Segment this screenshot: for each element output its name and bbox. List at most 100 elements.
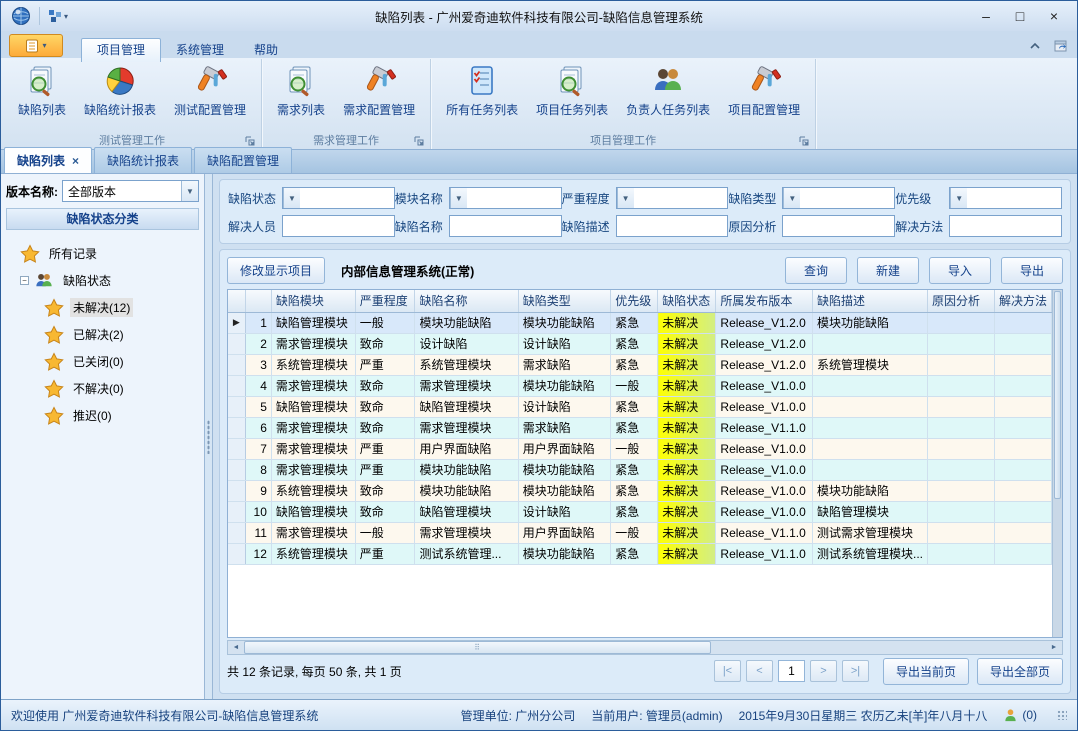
doc-tab-缺陷列表[interactable]: 缺陷列表×	[4, 147, 92, 173]
cell[interactable]	[994, 501, 1051, 522]
cell[interactable]: 需求管理模块	[271, 417, 355, 438]
cell[interactable]: 测试系统管理模块...	[813, 543, 928, 564]
tree-item-已关闭(0)[interactable]: 已关闭(0)	[6, 348, 199, 375]
cell[interactable]	[813, 417, 928, 438]
table-row[interactable]: 7需求管理模块严重用户界面缺陷用户界面缺陷一般未解决Release_V1.0.0	[228, 438, 1052, 459]
cell[interactable]: 模块功能缺陷	[518, 480, 610, 501]
cell[interactable]: 12	[245, 543, 271, 564]
tree-item-缺陷状态[interactable]: −缺陷状态	[6, 267, 199, 294]
chevron-down-icon[interactable]: ▼	[783, 188, 800, 208]
cell[interactable]: 需求管理模块	[271, 438, 355, 459]
row-indicator[interactable]	[228, 543, 245, 564]
action-button-导入[interactable]: 导入	[929, 257, 991, 284]
cell[interactable]: 设计缺陷	[518, 501, 610, 522]
cell[interactable]: 紧急	[611, 396, 658, 417]
table-row[interactable]: 12系统管理模块严重测试系统管理...模块功能缺陷紧急未解决Release_V1…	[228, 543, 1052, 564]
cell[interactable]: 4	[245, 375, 271, 396]
column-header-所属发布版本[interactable]: 所属发布版本	[716, 290, 813, 312]
table-row[interactable]: 10缺陷管理模块致命缺陷管理模块设计缺陷紧急未解决Release_V1.0.0缺…	[228, 501, 1052, 522]
cell[interactable]: 模块功能缺陷	[518, 375, 610, 396]
cell[interactable]	[994, 333, 1051, 354]
tree-item-所有记录[interactable]: 所有记录	[6, 240, 199, 267]
cell[interactable]: Release_V1.1.0	[716, 522, 813, 543]
cell[interactable]: Release_V1.2.0	[716, 354, 813, 375]
row-indicator[interactable]	[228, 522, 245, 543]
filter-input[interactable]	[617, 216, 728, 236]
column-header-blank[interactable]	[245, 290, 271, 312]
tree-item-已解决(2)[interactable]: 已解决(2)	[6, 321, 199, 348]
next-page-button[interactable]: >	[810, 660, 837, 682]
tree-expander-icon[interactable]: −	[20, 276, 29, 285]
cell[interactable]	[994, 522, 1051, 543]
cell[interactable]: 未解决	[658, 543, 716, 564]
dialog-launcher-icon[interactable]	[414, 136, 424, 146]
last-page-button[interactable]: >|	[842, 660, 869, 682]
ribbon-button-所有任务列表[interactable]: 所有任务列表	[437, 61, 527, 119]
cell[interactable]: 需求管理模块	[415, 375, 518, 396]
action-button-导出[interactable]: 导出	[1001, 257, 1063, 284]
table-row[interactable]: ▶1缺陷管理模块一般模块功能缺陷模块功能缺陷紧急未解决Release_V1.2.…	[228, 312, 1052, 333]
cell[interactable]: 需求管理模块	[271, 459, 355, 480]
cell[interactable]	[928, 396, 995, 417]
cell[interactable]: 测试系统管理...	[415, 543, 518, 564]
cell[interactable]: 未解决	[658, 396, 716, 417]
cell[interactable]: 未解决	[658, 333, 716, 354]
column-header-缺陷描述[interactable]: 缺陷描述	[813, 290, 928, 312]
cell[interactable]: 紧急	[611, 333, 658, 354]
filter-combo-缺陷状态[interactable]: ▼	[282, 187, 395, 209]
filter-input-解决方法[interactable]	[949, 215, 1062, 237]
cell[interactable]: 5	[245, 396, 271, 417]
column-header-解决方法[interactable]: 解决方法	[994, 290, 1051, 312]
cell[interactable]: Release_V1.2.0	[716, 312, 813, 333]
cell[interactable]: 严重	[355, 459, 415, 480]
cell[interactable]: 紧急	[611, 312, 658, 333]
ribbon-tab-帮助[interactable]: 帮助	[239, 39, 293, 62]
export-button-导出当前页[interactable]: 导出当前页	[883, 658, 969, 685]
cell[interactable]: 紧急	[611, 459, 658, 480]
cell[interactable]: 一般	[611, 438, 658, 459]
scrollbar-thumb[interactable]	[1054, 291, 1061, 499]
ribbon-button-需求列表[interactable]: 需求列表	[268, 61, 334, 119]
cell[interactable]: 缺陷管理模块	[415, 501, 518, 522]
cell[interactable]: 9	[245, 480, 271, 501]
scrollbar-thumb[interactable]: ⠿	[244, 641, 711, 654]
prev-page-button[interactable]: <	[746, 660, 773, 682]
filter-combo-严重程度[interactable]: ▼	[616, 187, 729, 209]
row-indicator[interactable]	[228, 375, 245, 396]
cell[interactable]	[994, 438, 1051, 459]
dialog-launcher-icon[interactable]	[245, 136, 255, 146]
cell[interactable]: 致命	[355, 396, 415, 417]
cell[interactable]: 一般	[355, 522, 415, 543]
table-row[interactable]: 9系统管理模块致命模块功能缺陷模块功能缺陷紧急未解决Release_V1.0.0…	[228, 480, 1052, 501]
table-row[interactable]: 3系统管理模块严重系统管理模块需求缺陷紧急未解决Release_V1.2.0系统…	[228, 354, 1052, 375]
cell[interactable]: 用户界面缺陷	[518, 438, 610, 459]
cell[interactable]	[994, 396, 1051, 417]
ribbon-button-缺陷列表[interactable]: 缺陷列表	[9, 61, 75, 119]
cell[interactable]: 未解决	[658, 459, 716, 480]
cell[interactable]	[928, 312, 995, 333]
cell[interactable]: 未解决	[658, 501, 716, 522]
cell[interactable]: Release_V1.1.0	[716, 417, 813, 438]
cell[interactable]: 模块功能缺陷	[415, 480, 518, 501]
row-indicator[interactable]	[228, 354, 245, 375]
column-header-原因分析[interactable]: 原因分析	[928, 290, 995, 312]
cell[interactable]	[813, 396, 928, 417]
cell[interactable]: 紧急	[611, 501, 658, 522]
version-select[interactable]: 全部版本 ▼	[62, 180, 199, 202]
column-header-缺陷类型[interactable]: 缺陷类型	[518, 290, 610, 312]
cell[interactable]: 模块功能缺陷	[518, 459, 610, 480]
cell[interactable]: 致命	[355, 333, 415, 354]
resize-grip-icon[interactable]	[1057, 710, 1067, 720]
cell[interactable]: Release_V1.0.0	[716, 501, 813, 522]
ribbon-tab-项目管理[interactable]: 项目管理	[81, 38, 161, 62]
ribbon-button-项目任务列表[interactable]: 项目任务列表	[527, 61, 617, 119]
export-button-导出全部页[interactable]: 导出全部页	[977, 658, 1063, 685]
tree-item-未解决(12)[interactable]: 未解决(12)	[6, 294, 199, 321]
cell[interactable]	[928, 333, 995, 354]
cell[interactable]: 模块功能缺陷	[518, 312, 610, 333]
cell[interactable]: 未解决	[658, 480, 716, 501]
column-header-缺陷名称[interactable]: 缺陷名称	[415, 290, 518, 312]
table-row[interactable]: 5缺陷管理模块致命缺陷管理模块设计缺陷紧急未解决Release_V1.0.0	[228, 396, 1052, 417]
cell[interactable]	[928, 522, 995, 543]
cell[interactable]: 设计缺陷	[415, 333, 518, 354]
